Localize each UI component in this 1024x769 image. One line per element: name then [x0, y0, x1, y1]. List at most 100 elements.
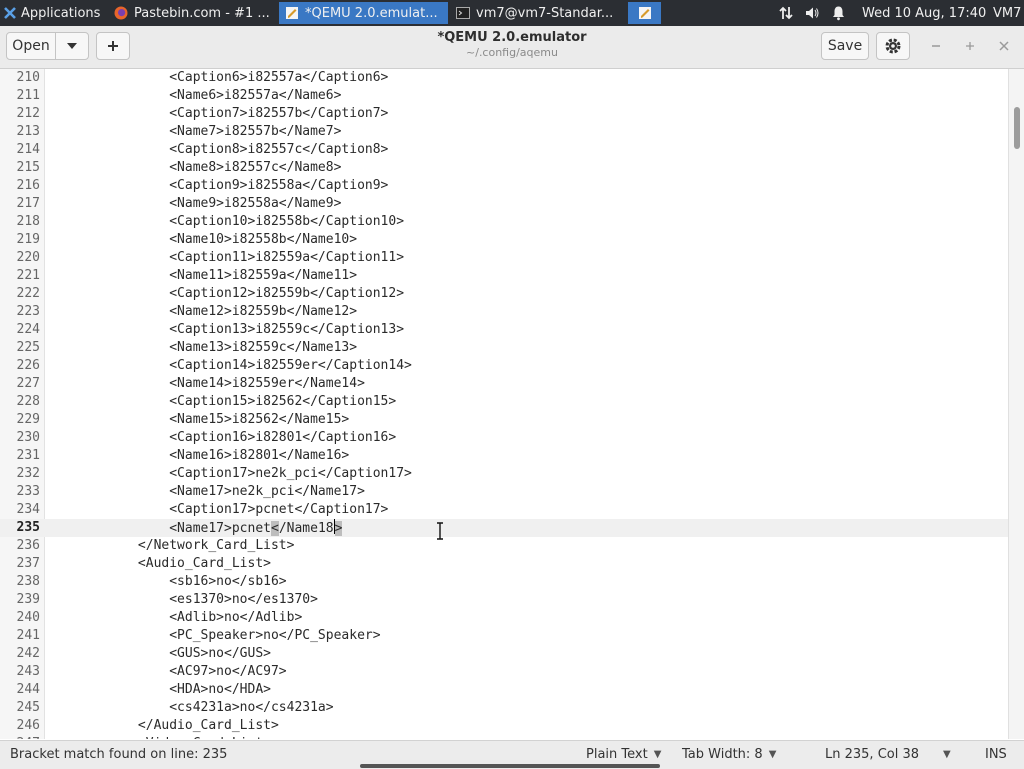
line-text: <GUS>no</GUS>: [44, 646, 271, 661]
current-line[interactable]: 235 <Name17>pcnet</Name18>: [0, 519, 1008, 537]
code-line[interactable]: 227 <Name14>i82559er</Name14>: [0, 375, 1008, 393]
applications-menu[interactable]: Applications: [3, 0, 100, 26]
new-document-button[interactable]: [96, 32, 130, 60]
top-panel: Applications Pastebin.com - #1 ... *QEMU…: [0, 0, 1024, 26]
line-number: 245: [16, 700, 40, 715]
line-number: 211: [16, 88, 40, 103]
code-line[interactable]: 239 <es1370>no</es1370>: [0, 591, 1008, 609]
line-number: 230: [16, 430, 40, 445]
line-text: <PC_Speaker>no</PC_Speaker>: [44, 628, 381, 643]
line-text: <Name11>i82559a</Name11>: [44, 268, 358, 283]
code-line[interactable]: 233 <Name17>ne2k_pci</Name17>: [0, 483, 1008, 501]
save-button[interactable]: Save: [821, 32, 869, 60]
code-line[interactable]: 237 <Audio_Card_List>: [0, 555, 1008, 573]
line-text: <AC97>no</AC97>: [44, 664, 287, 679]
open-button[interactable]: Open: [6, 32, 56, 60]
line-text: <Name17>ne2k_pci</Name17>: [44, 484, 365, 499]
firefox-icon: [114, 6, 128, 20]
line-text: <Caption13>i82559c</Caption13>: [44, 322, 405, 337]
code-line[interactable]: 210 <Caption6>i82557a</Caption6>: [0, 69, 1008, 87]
volume-icon[interactable]: [804, 0, 820, 26]
code-line[interactable]: 238 <sb16>no</sb16>: [0, 573, 1008, 591]
code-line[interactable]: 214 <Caption8>i82557c</Caption8>: [0, 141, 1008, 159]
code-line[interactable]: 224 <Caption13>i82559c</Caption13>: [0, 321, 1008, 339]
clock[interactable]: Wed 10 Aug, 17:40: [862, 0, 986, 26]
text-cursor-ibeam-icon: [437, 522, 443, 540]
code-line[interactable]: 243 <AC97>no</AC97>: [0, 663, 1008, 681]
line-text: <Caption15>i82562</Caption15>: [44, 394, 397, 409]
line-number: 227: [16, 376, 40, 391]
code-line[interactable]: 226 <Caption14>i82559er</Caption14>: [0, 357, 1008, 375]
code-line[interactable]: 228 <Caption15>i82562</Caption15>: [0, 393, 1008, 411]
code-line[interactable]: 236 </Network_Card_List>: [0, 537, 1008, 555]
taskbar-item-editor-2[interactable]: [628, 2, 661, 24]
line-number: 219: [16, 232, 40, 247]
line-text: <es1370>no</es1370>: [44, 592, 318, 607]
line-text: </Network_Card_List>: [44, 538, 295, 553]
taskbar-item-pastebin[interactable]: Pastebin.com - #1 ...: [108, 2, 278, 24]
cursor-position-selector[interactable]: Ln 235, Col 38 ▼: [825, 741, 951, 768]
vertical-scrollbar[interactable]: [1008, 69, 1024, 739]
line-number: 214: [16, 142, 40, 157]
code-line[interactable]: 232 <Caption17>ne2k_pci</Caption17>: [0, 465, 1008, 483]
tab-width-selector[interactable]: Tab Width: 8 ▼: [682, 741, 776, 768]
line-number: 213: [16, 124, 40, 139]
line-text-segment: /Name18: [278, 521, 334, 536]
code-line[interactable]: 215 <Name8>i82557c</Name8>: [0, 159, 1008, 177]
code-line[interactable]: 212 <Caption7>i82557b</Caption7>: [0, 105, 1008, 123]
line-text: <Name17>pcnet</Name18>: [44, 519, 343, 538]
line-text-segment: <Name17>pcnet: [44, 521, 271, 536]
code-line[interactable]: 221 <Name11>i82559a</Name11>: [0, 267, 1008, 285]
code-line[interactable]: 222 <Caption12>i82559b</Caption12>: [0, 285, 1008, 303]
line-text: <Caption12>i82559b</Caption12>: [44, 286, 405, 301]
line-text: <Caption8>i82557c</Caption8>: [44, 142, 389, 157]
code-line[interactable]: 240 <Adlib>no</Adlib>: [0, 609, 1008, 627]
text-editor-area[interactable]: 210 <Caption6>i82557a</Caption6> 211 <Nam…: [0, 69, 1008, 739]
user-menu[interactable]: VM7: [993, 0, 1021, 26]
code-line[interactable]: 223 <Name12>i82559b</Name12>: [0, 303, 1008, 321]
line-text: <Video_Card_List>: [44, 735, 271, 739]
insert-mode-indicator[interactable]: INS: [985, 741, 1007, 768]
code-line[interactable]: 230 <Caption16>i82801</Caption16>: [0, 429, 1008, 447]
code-line[interactable]: 211 <Name6>i82557a</Name6>: [0, 87, 1008, 105]
maximize-icon[interactable]: [960, 36, 980, 56]
code-line[interactable]: 229 <Name15>i82562</Name15>: [0, 411, 1008, 429]
menu-button[interactable]: [876, 32, 910, 60]
minimize-icon[interactable]: [926, 36, 946, 56]
line-text: <Name10>i82558b</Name10>: [44, 232, 358, 247]
line-number: 232: [16, 466, 40, 481]
line-number: 226: [16, 358, 40, 373]
line-text: <Name12>i82559b</Name12>: [44, 304, 358, 319]
code-line[interactable]: 220 <Caption11>i82559a</Caption11>: [0, 249, 1008, 267]
window-title: *QEMU 2.0.emulator: [437, 30, 587, 45]
line-text: <Caption16>i82801</Caption16>: [44, 430, 397, 445]
line-number: 224: [16, 322, 40, 337]
scrollbar-thumb[interactable]: [1014, 107, 1020, 149]
line-number: 220: [16, 250, 40, 265]
code-line[interactable]: 225 <Name13>i82559c</Name13>: [0, 339, 1008, 357]
line-number: 237: [16, 556, 40, 571]
code-line[interactable]: 213 <Name7>i82557b</Name7>: [0, 123, 1008, 141]
open-recent-dropdown[interactable]: [55, 32, 89, 60]
code-line[interactable]: 245 <cs4231a>no</cs4231a>: [0, 699, 1008, 717]
line-number: 247: [0, 735, 40, 739]
code-line[interactable]: 216 <Caption9>i82558a</Caption9>: [0, 177, 1008, 195]
notification-bell-icon[interactable]: [831, 0, 846, 26]
horizontal-scrollbar-thumb[interactable]: [360, 764, 660, 768]
code-line[interactable]: 234 <Caption17>pcnet</Caption17>: [0, 501, 1008, 519]
code-line[interactable]: 219 <Name10>i82558b</Name10>: [0, 231, 1008, 249]
code-line[interactable]: 241 <PC_Speaker>no</PC_Speaker>: [0, 627, 1008, 645]
code-line[interactable]: 247 <Video_Card_List>: [0, 735, 1008, 739]
code-line[interactable]: 231 <Name16>i82801</Name16>: [0, 447, 1008, 465]
code-line[interactable]: 246 </Audio_Card_List>: [0, 717, 1008, 735]
code-line[interactable]: 244 <HDA>no</HDA>: [0, 681, 1008, 699]
network-icon[interactable]: [778, 0, 794, 26]
line-number: 233: [16, 484, 40, 499]
taskbar-item-terminal[interactable]: vm7@vm7-Standar...: [450, 2, 622, 24]
taskbar-item-qemu-editor[interactable]: *QEMU 2.0.emulat...: [279, 2, 448, 24]
code-line[interactable]: 217 <Name9>i82558a</Name9>: [0, 195, 1008, 213]
code-line[interactable]: 218 <Caption10>i82558b</Caption10>: [0, 213, 1008, 231]
close-icon[interactable]: [994, 36, 1014, 56]
terminal-icon: [456, 7, 470, 19]
code-line[interactable]: 242 <GUS>no</GUS>: [0, 645, 1008, 663]
